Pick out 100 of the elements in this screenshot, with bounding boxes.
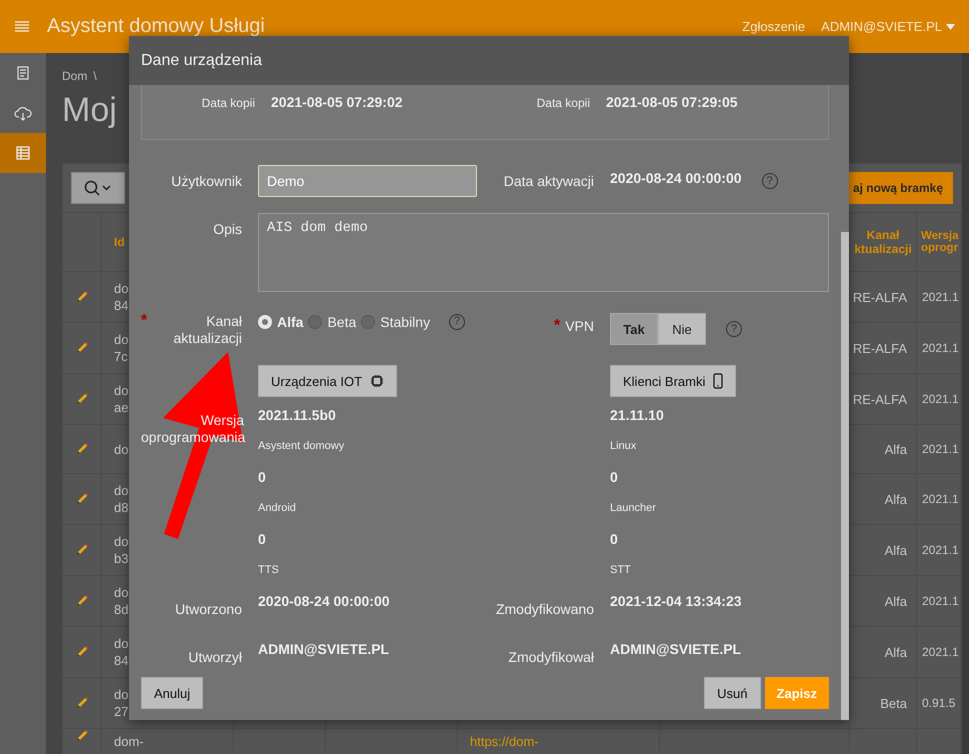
column-header[interactable]: Wersja oprogr (921, 230, 960, 254)
channel-text: Alfa (884, 490, 907, 508)
version-value: 2021.11.5b0 (258, 407, 337, 423)
version-text: 2021.1 (922, 592, 959, 610)
description-field[interactable]: AIS dom demo (258, 213, 829, 292)
component-name: Launcher (610, 502, 657, 514)
version-value: 0 (258, 531, 267, 547)
field-label: Data kopii (200, 96, 256, 110)
field-value: 2020-08-24 00:00:00 (258, 593, 391, 611)
field-value: 2021-12-04 13:34:23 (610, 593, 743, 611)
pencil-icon[interactable] (75, 543, 89, 557)
toggle-option[interactable]: Nie (658, 313, 706, 345)
field-label: Data kopii (536, 96, 591, 110)
sidebar-item[interactable] (0, 133, 46, 173)
id-text: do (114, 440, 128, 458)
breadcrumb-separator: \ (93, 69, 97, 83)
radio-option[interactable]: Alfa (258, 314, 304, 330)
field-label: Zmodyfikował (507, 648, 595, 666)
id-text: do 8d (114, 584, 128, 618)
report-link[interactable]: Zgłoszenie (742, 19, 806, 34)
version-value: 0 (258, 469, 267, 485)
dialog-title: Dane urządzenia (129, 36, 849, 85)
menu-icon[interactable] (15, 21, 29, 32)
radio-option[interactable]: Stabilny (361, 314, 430, 330)
pencil-icon[interactable] (75, 442, 89, 456)
radio-label: Stabilny (380, 314, 430, 330)
pencil-icon[interactable] (75, 392, 89, 406)
channel-text: Beta (880, 694, 907, 712)
field-value: ADMIN@SVIETE.PL (258, 641, 390, 659)
url-link[interactable]: https://dom- (470, 733, 539, 750)
radio-button[interactable] (361, 314, 376, 328)
version-text: 2021.1 (922, 644, 959, 660)
caret-icon (946, 24, 955, 30)
radio-label: Alfa (277, 314, 304, 330)
column-header[interactable]: Id (114, 235, 125, 249)
field-value: 2020-08-24 00:00:00 (610, 170, 742, 186)
radio-button[interactable] (308, 314, 322, 328)
field-value: 2021-08-05 07:29:02 (271, 94, 404, 110)
scrollbar[interactable] (962, 53, 969, 754)
id-text: do 27 (114, 686, 128, 720)
id-text: do b3 (114, 533, 128, 567)
save-button[interactable]: Zapisz (764, 677, 829, 709)
field-label: Utworzono (174, 600, 243, 619)
search-button[interactable] (71, 172, 125, 204)
id-text: do d8 (114, 482, 128, 516)
version-text: 2021.1 (922, 440, 959, 458)
search-icon (84, 180, 112, 196)
user-field[interactable]: Demo (258, 165, 477, 197)
field-label: Użytkownik (170, 173, 243, 189)
field-value: 2021-08-05 07:29:05 (606, 94, 739, 110)
delete-button[interactable]: Usuń (704, 677, 761, 709)
pencil-icon[interactable] (75, 594, 89, 608)
id-text: do 84 (114, 635, 128, 669)
pencil-icon[interactable] (75, 492, 89, 506)
id-text: do 84 (114, 280, 128, 314)
channel-text: Alfa (884, 440, 907, 458)
pencil-icon[interactable] (75, 696, 89, 710)
channel-text: RE-ALFA (852, 390, 907, 408)
channel-text: RE-ALFA (852, 340, 907, 356)
pencil-icon[interactable] (75, 645, 89, 659)
breadcrumb-link[interactable]: Dom (62, 69, 88, 83)
component-name: Linux (610, 440, 638, 452)
component-name: Asystent domowy (258, 440, 346, 452)
id-text: do ae (114, 382, 128, 416)
pencil-icon[interactable] (75, 341, 89, 355)
version-text: 2021.1 (922, 288, 959, 306)
user-menu[interactable]: ADMIN@SVIETE.PL (821, 19, 955, 34)
pencil-icon[interactable] (75, 290, 89, 304)
component-name: Android (258, 502, 297, 514)
help-icon[interactable]: ? (449, 314, 466, 330)
radio-label: Beta (327, 314, 356, 330)
iot-devices-button[interactable]: Urządzenia IOT (258, 365, 398, 397)
page-title: Moj (62, 91, 117, 131)
version-text: 0.91.5 (922, 694, 956, 712)
field-label: Kanał aktualizacji (172, 313, 242, 347)
id-text: dom- (114, 733, 144, 750)
version-text: 2021.1 (922, 340, 959, 356)
column-header[interactable]: Kanał ktualizacji (850, 228, 916, 256)
field-label: Opis (212, 220, 243, 239)
table-icon (15, 145, 31, 161)
list-icon (15, 65, 31, 81)
channel-text: Alfa (884, 644, 907, 660)
version-text: 2021.1 (922, 390, 959, 408)
version-value: 0 (610, 469, 619, 485)
toggle-option[interactable]: Tak (610, 313, 658, 345)
scrollbar[interactable] (841, 232, 849, 720)
radio-option[interactable]: Beta (308, 314, 356, 330)
cancel-button[interactable]: Anuluj (141, 677, 204, 709)
cloud-icon (14, 105, 32, 121)
id-text: do 7c (114, 331, 128, 365)
gateway-clients-button[interactable]: Klienci Bramki (610, 365, 736, 397)
channel-text: Alfa (884, 592, 907, 610)
version-text: 2021.1 (922, 490, 959, 508)
component-name: TTS (258, 564, 280, 576)
help-icon[interactable]: ? (762, 173, 778, 189)
pencil-icon[interactable] (75, 729, 89, 743)
version-value: 0 (610, 531, 619, 547)
version-text: 2021.1 (922, 542, 959, 558)
field-value: ADMIN@SVIETE.PL (610, 641, 742, 659)
help-icon[interactable]: ? (726, 321, 742, 337)
